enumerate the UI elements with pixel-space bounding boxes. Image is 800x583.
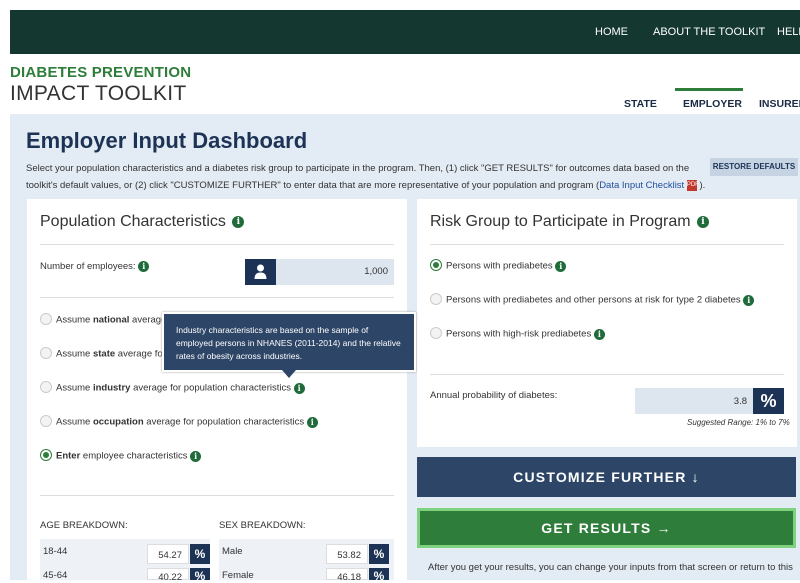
option-occupation-post: average for population characteristics [143, 416, 305, 428]
tab-employer[interactable]: EMPLOYER [675, 88, 743, 114]
pdf-icon: PDF [686, 179, 699, 191]
risk-option-label: Persons with prediabetes and other perso… [446, 294, 741, 306]
sex-value-input[interactable]: 53.82 [326, 544, 368, 564]
customize-further-label: CUSTOMIZE FURTHER [513, 469, 687, 485]
population-title-text: Population Characteristics [40, 213, 226, 230]
risk-option-high-risk[interactable]: Persons with high-risk prediabetes i [430, 327, 605, 340]
sex-row-label: Male [222, 546, 243, 557]
radio-industry[interactable] [40, 381, 52, 393]
restore-defaults-button[interactable]: RESTORE DEFAULTS [710, 158, 798, 176]
radio-state[interactable] [40, 347, 52, 359]
intro-text-part-1: Select your population characteristics a… [26, 163, 690, 191]
nav-home[interactable]: HOME [595, 26, 628, 38]
tab-insurer[interactable]: INSURER [759, 88, 800, 114]
radio-high-risk[interactable] [430, 327, 442, 339]
radio-enter[interactable] [40, 449, 52, 461]
divider [430, 244, 784, 245]
info-icon[interactable]: i [743, 294, 755, 306]
probability-label: Annual probability of diabetes: [430, 390, 558, 401]
risk-title: Risk Group to Participate in Program i [430, 213, 709, 231]
option-state-pre: Assume [56, 348, 93, 360]
age-value-input[interactable]: 40.22 [147, 568, 189, 583]
risk-title-text: Risk Group to Participate in Program [430, 213, 691, 230]
info-icon[interactable]: i [306, 416, 318, 428]
customize-further-button[interactable]: CUSTOMIZE FURTHER ↓ [417, 457, 796, 497]
employees-value: 1,000 [364, 266, 388, 277]
option-national-bold: national [92, 314, 130, 326]
nav-help[interactable]: HELP [777, 26, 800, 38]
employees-label-text: Number of employees: [40, 261, 136, 273]
risk-option-prediabetes[interactable]: Persons with prediabetes i [430, 259, 567, 272]
age-row-label: 45-64 [43, 570, 68, 581]
radio-national[interactable] [40, 313, 52, 325]
percent-icon: % [190, 544, 210, 564]
probability-input[interactable]: 3.8 [635, 388, 753, 414]
percent-icon: % [369, 544, 389, 564]
info-icon[interactable]: i [190, 450, 202, 462]
radio-occupation[interactable] [40, 415, 52, 427]
population-title: Population Characteristics i [40, 213, 245, 231]
option-enter-bold: Enter [56, 450, 81, 462]
get-results-button[interactable]: GET RESULTS → [417, 508, 796, 548]
divider [40, 495, 394, 496]
employees-label: Number of employees: i [40, 261, 150, 273]
intro-text: Select your population characteristics a… [26, 160, 706, 194]
sex-row-label: Female [222, 570, 254, 581]
option-occupation-pre: Assume [56, 416, 93, 428]
info-icon[interactable]: i [138, 261, 150, 272]
option-state-bold: state [92, 348, 116, 360]
tab-state[interactable]: STATE [624, 88, 657, 114]
age-row-label: 18-44 [43, 546, 68, 557]
option-national-pre: Assume [56, 314, 93, 326]
data-input-checklist-link[interactable]: Data Input Checklist [599, 180, 684, 191]
option-enter-post: employee characteristics [80, 450, 188, 462]
brand-line-2[interactable]: IMPACT TOOLKIT [10, 82, 187, 106]
radio-prediabetes[interactable] [430, 259, 442, 271]
option-industry[interactable]: Assume industry average for population c… [40, 381, 305, 394]
get-results-label: GET RESULTS [541, 520, 652, 536]
intro-text-part-2: ). [696, 180, 706, 191]
info-icon[interactable]: i [697, 215, 709, 228]
percent-icon: % [753, 388, 784, 414]
info-icon[interactable]: i [232, 215, 245, 228]
person-icon [245, 259, 276, 285]
option-occupation[interactable]: Assume occupation average for population… [40, 415, 318, 428]
sex-header: SEX BREAKDOWN: [219, 520, 306, 531]
page-title: Employer Input Dashboard [26, 128, 308, 153]
suggested-range: Suggested Range: 1% to 7% [687, 418, 790, 427]
option-enter[interactable]: Enter employee characteristics i [40, 449, 202, 462]
after-results-text: After you get your results, you can chan… [428, 562, 793, 573]
brand-line-1[interactable]: DIABETES PREVENTION [10, 64, 191, 81]
info-icon[interactable]: i [593, 328, 605, 340]
info-icon[interactable]: i [555, 260, 567, 272]
top-nav-bar: HOME ABOUT THE TOOLKIT HELP [10, 10, 800, 54]
age-value-input[interactable]: 54.27 [147, 544, 189, 564]
population-card: Population Characteristics i Number of e… [27, 199, 407, 583]
risk-option-label: Persons with high-risk prediabetes [446, 328, 592, 340]
arrow-right-icon: → [656, 520, 672, 536]
option-industry-pre: Assume [56, 382, 93, 394]
option-industry-post: average for population characteristics [130, 382, 291, 394]
age-header: AGE BREAKDOWN: [40, 520, 128, 531]
percent-icon: % [369, 568, 389, 580]
divider [40, 297, 394, 298]
divider [40, 244, 394, 245]
divider [430, 374, 784, 375]
option-occupation-bold: occupation [92, 416, 144, 428]
risk-option-at-risk[interactable]: Persons with prediabetes and other perso… [430, 293, 755, 306]
sex-value-input[interactable]: 46.18 [326, 568, 368, 583]
info-icon[interactable]: i [293, 382, 305, 394]
nav-about-toolkit[interactable]: ABOUT THE TOOLKIT [653, 26, 765, 38]
percent-icon: % [190, 568, 210, 580]
risk-card: Risk Group to Participate in Program i P… [417, 199, 797, 447]
radio-at-risk[interactable] [430, 293, 442, 305]
employees-field[interactable]: 1,000 [245, 259, 394, 285]
industry-tooltip: Industry characteristics are based on th… [162, 312, 416, 378]
arrow-down-icon: ↓ [691, 469, 700, 485]
risk-option-label: Persons with prediabetes [446, 260, 553, 272]
option-industry-bold: industry [92, 382, 131, 394]
